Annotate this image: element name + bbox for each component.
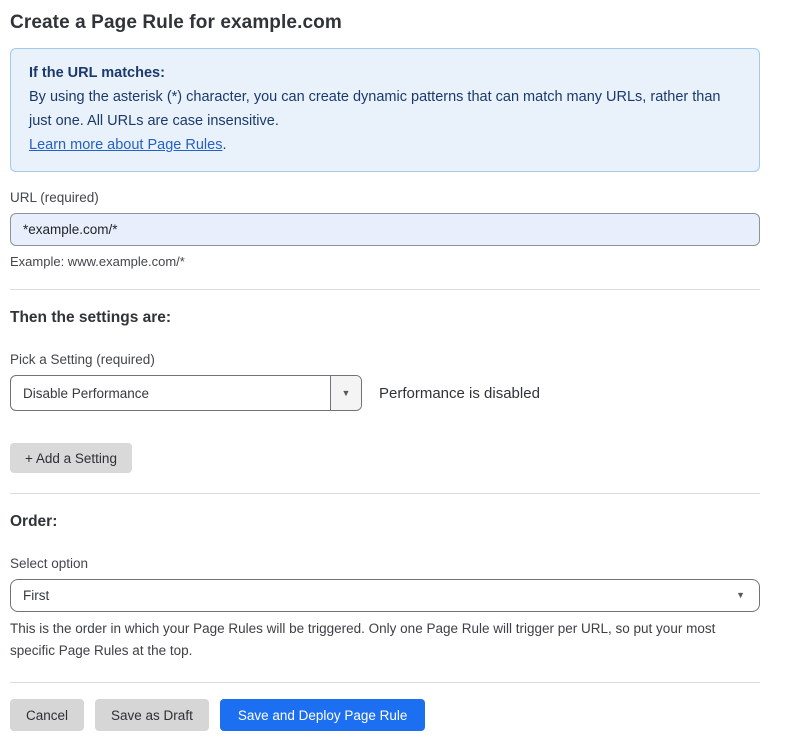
cancel-button[interactable]: Cancel <box>10 699 84 731</box>
order-section-heading: Order: <box>10 513 760 531</box>
settings-section-heading: Then the settings are: <box>10 309 760 327</box>
info-box-heading: If the URL matches: <box>29 61 741 85</box>
url-field-label: URL (required) <box>10 190 760 205</box>
add-setting-button[interactable]: + Add a Setting <box>10 443 132 473</box>
chevron-down-icon: ▼ <box>342 389 351 398</box>
order-select-label: Select option <box>10 556 760 571</box>
pick-setting-label: Pick a Setting (required) <box>10 352 760 367</box>
info-box-body: By using the asterisk (*) character, you… <box>29 85 741 133</box>
footer-actions: Cancel Save as Draft Save and Deploy Pag… <box>10 699 760 731</box>
save-as-draft-button[interactable]: Save as Draft <box>95 699 209 731</box>
info-box-link-line: Learn more about Page Rules. <box>29 133 741 157</box>
learn-more-link[interactable]: Learn more about Page Rules <box>29 137 222 153</box>
page-rule-form: Create a Page Rule for example.com If th… <box>0 0 790 741</box>
order-select-value: First <box>23 588 49 603</box>
url-example-hint: Example: www.example.com/* <box>10 254 760 269</box>
order-select[interactable]: First ▼ <box>10 579 760 612</box>
url-input[interactable] <box>10 213 760 246</box>
setting-select[interactable]: Disable Performance ▼ <box>10 375 362 411</box>
order-description: This is the order in which your Page Rul… <box>10 618 755 662</box>
url-matches-info-box: If the URL matches: By using the asteris… <box>10 48 760 172</box>
divider <box>10 289 760 290</box>
setting-status-text: Performance is disabled <box>379 385 540 402</box>
divider <box>10 493 760 494</box>
divider <box>10 682 760 683</box>
link-suffix: . <box>222 137 226 153</box>
save-and-deploy-button[interactable]: Save and Deploy Page Rule <box>220 699 426 731</box>
setting-select-value: Disable Performance <box>11 376 330 410</box>
setting-select-row: Disable Performance ▼ Performance is dis… <box>10 375 760 411</box>
chevron-down-icon: ▼ <box>736 591 745 600</box>
page-title: Create a Page Rule for example.com <box>10 12 760 34</box>
setting-select-arrow-button[interactable]: ▼ <box>330 376 361 410</box>
